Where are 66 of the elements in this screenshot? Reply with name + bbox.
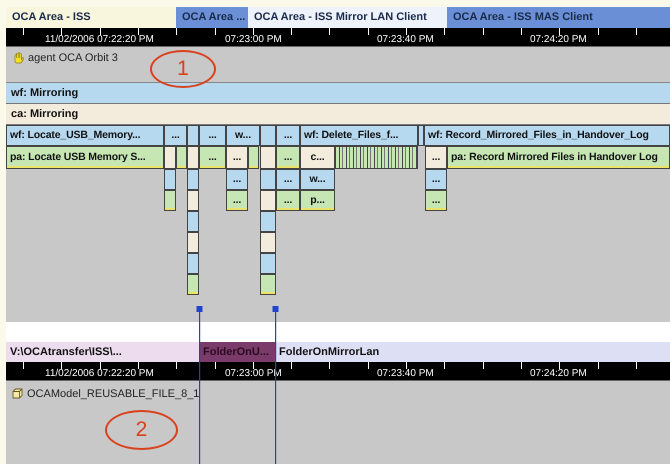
task-block[interactable] [418, 125, 424, 146]
task-block[interactable] [187, 232, 199, 253]
callout-number: 1 [150, 50, 216, 88]
file-label: OCAModel_REUSABLE_FILE_8_1 [27, 388, 200, 401]
task-bar[interactable]: ... [276, 190, 300, 211]
task-block[interactable] [187, 211, 199, 232]
task-bar[interactable]: ... [425, 146, 447, 169]
time-label: 11/02/2006 07:22:20 PM [45, 34, 154, 45]
task-bar[interactable]: pa: Locate USB Memory S... [6, 146, 164, 169]
task-bar[interactable]: wf: Locate_USB_Memory... [6, 125, 164, 146]
folder-segment[interactable]: FolderOnMirrorLan [275, 342, 670, 362]
task-bar[interactable]: pa: Record Mirrored Files in Handover Log [447, 146, 670, 169]
task-block[interactable] [187, 190, 199, 211]
task-bar[interactable]: wf: Record_Mirrored_Files_in_Handover_Log [424, 125, 670, 146]
task-block[interactable] [260, 169, 276, 190]
time-label: 07:24:20 PM [530, 34, 587, 45]
area-tab[interactable]: OCA Area - ISS MAS Client [447, 7, 670, 28]
task-block[interactable] [187, 169, 199, 190]
task-block[interactable] [248, 146, 259, 169]
task-block[interactable] [260, 125, 276, 146]
task-band[interactable]: wf: Mirroring [6, 83, 670, 104]
task-bar[interactable]: p... [300, 190, 335, 211]
task-bar[interactable]: wf: Delete_Files_f... [300, 125, 418, 146]
time-label: 07:24:20 PM [530, 368, 587, 379]
task-block[interactable] [176, 146, 187, 169]
task-bar[interactable]: ... [226, 146, 248, 169]
task-bar[interactable]: ... [164, 125, 187, 146]
task-block[interactable] [260, 146, 276, 169]
area-tab[interactable]: OCA Area - ISS Mirror LAN Client [248, 7, 447, 28]
task-bar[interactable]: ... [199, 146, 226, 169]
task-block[interactable] [187, 253, 199, 274]
task-block[interactable] [164, 190, 176, 211]
task-block[interactable] [335, 146, 418, 169]
task-bar[interactable]: ... [276, 146, 300, 169]
task-block[interactable] [187, 146, 199, 169]
area-tab[interactable]: OCA Area ... [176, 7, 248, 28]
time-label: 07:23:00 PM [225, 34, 282, 45]
task-block[interactable] [260, 253, 276, 274]
cube-icon [12, 388, 23, 399]
task-bar[interactable]: ... [425, 169, 447, 190]
task-block[interactable] [164, 146, 176, 169]
area-tab[interactable]: OCA Area - ISS [6, 7, 176, 28]
task-bar[interactable]: ... [226, 169, 248, 190]
task-block[interactable] [260, 190, 276, 211]
folder-segment[interactable]: V:\OCAtransfer\ISS\... [6, 342, 199, 362]
task-bar[interactable]: c... [300, 146, 335, 169]
task-block[interactable] [260, 211, 276, 232]
task-bar[interactable]: ... [425, 190, 447, 211]
task-bar[interactable]: ... [276, 169, 300, 190]
task-block[interactable] [164, 169, 176, 190]
hand-icon [13, 52, 24, 64]
time-label: 07:23:40 PM [377, 368, 434, 379]
task-bar[interactable]: ... [226, 190, 248, 211]
task-bar[interactable]: ... [199, 125, 226, 146]
time-label: 07:23:40 PM [377, 34, 434, 45]
task-bar[interactable]: ... [276, 125, 300, 146]
callout-number: 2 [105, 410, 178, 450]
time-label: 11/02/2006 07:22:20 PM [45, 368, 154, 379]
task-block[interactable] [187, 274, 199, 295]
task-block[interactable] [260, 274, 276, 295]
agent-label: agent OCA Orbit 3 [28, 52, 118, 65]
task-bar[interactable]: w... [300, 169, 335, 190]
task-block[interactable] [260, 232, 276, 253]
task-band[interactable]: ca: Mirroring [6, 104, 670, 125]
task-bar[interactable]: w... [226, 125, 260, 146]
task-block[interactable] [187, 125, 199, 146]
